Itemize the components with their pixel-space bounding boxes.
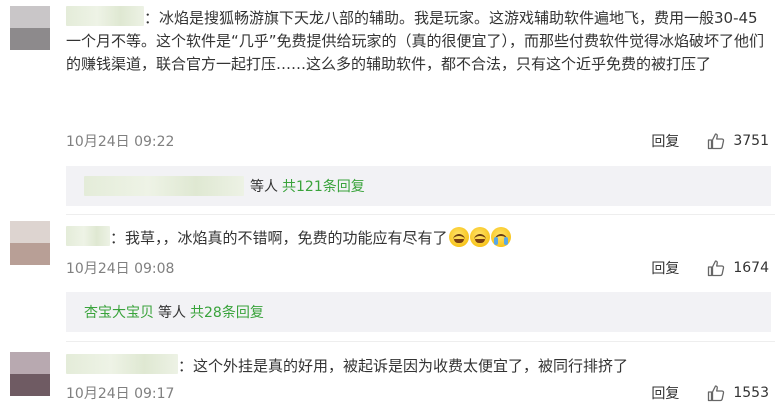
user-avatar[interactable] [10,6,50,50]
like-count: 1553 [733,385,769,401]
thumbs-up-icon [708,385,725,402]
username-blurred[interactable] [66,354,178,374]
comment-actions: 回复 3751 [651,131,769,151]
username-blurred[interactable] [84,176,244,196]
like-button[interactable]: 3751 [707,132,769,150]
comment-body: ：冰焰是搜狐畅游旗下天龙八部的辅助。我是玩家。这游戏辅助软件遍地飞，费用一般30… [66,9,765,73]
like-button[interactable]: 1674 [707,259,769,277]
thumbs-up-icon [708,260,725,277]
comment-body: ：这个外挂是真的好用，被起诉是因为收费太便宜了，被同行排挤了 [178,357,629,375]
divider [66,341,775,342]
laugh-cry-emoji [448,227,469,247]
reply-summary: 等人 共121条回复 [66,166,771,206]
reply-button[interactable]: 回复 [651,258,679,278]
comment-text: ：这个外挂是真的好用，被起诉是因为收费太便宜了，被同行排挤了 [66,354,771,378]
username-blurred[interactable] [66,6,144,26]
reply-user-link[interactable]: 杏宝大宝贝 [84,302,154,322]
like-count: 3751 [733,133,769,149]
thumbs-up-icon [708,133,725,150]
user-avatar[interactable] [10,221,50,265]
divider [66,214,775,215]
laugh-cry-emoji [469,227,490,247]
reply-users-suffix: 等人 [158,305,186,321]
reply-count-link[interactable]: 共28条回复 [190,302,264,322]
like-button[interactable]: 1553 [707,384,769,402]
reply-button[interactable]: 回复 [651,383,679,403]
reply-users-suffix: 等人 [250,179,278,195]
user-avatar[interactable] [10,352,50,396]
reply-summary: 杏宝大宝贝 等人 共28条回复 [66,292,771,332]
reply-button[interactable]: 回复 [651,131,679,151]
reply-count-link[interactable]: 共121条回复 [282,176,365,196]
comment-text: ：我草，，冰焰真的不错啊，免费的功能应有尽有了 [66,226,771,250]
comment-actions: 回复 1674 [651,258,769,278]
comment-time: 10月24日 09:08 [66,261,175,277]
username-blurred[interactable] [66,226,110,246]
cry-emoji [490,227,511,247]
comment-body: ：我草，，冰焰真的不错啊，免费的功能应有尽有了 [110,229,448,247]
like-count: 1674 [733,260,769,276]
comment-text: ：冰焰是搜狐畅游旗下天龙八部的辅助。我是玩家。这游戏辅助软件遍地飞，费用一般30… [66,6,771,76]
comment-actions: 回复 1553 [651,383,769,403]
comment-time: 10月24日 09:22 [66,134,175,150]
comment-time: 10月24日 09:17 [66,386,175,402]
